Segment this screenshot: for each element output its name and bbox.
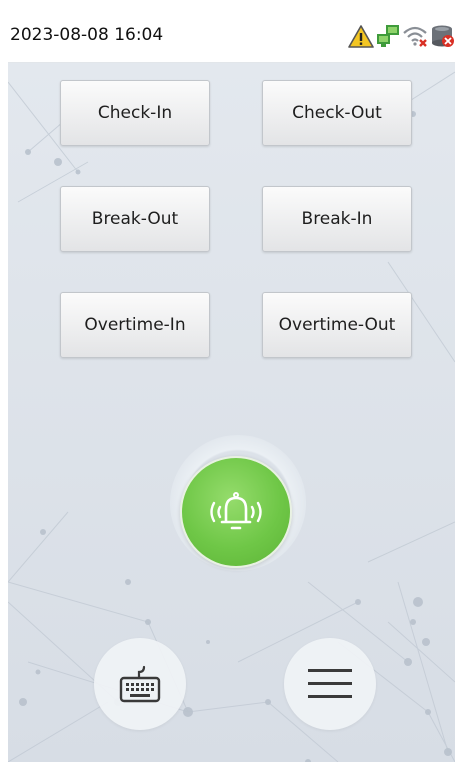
break-in-button[interactable]: Break-In — [262, 186, 412, 252]
check-out-button[interactable]: Check-Out — [262, 80, 412, 146]
bell-ringing-icon — [210, 492, 262, 530]
keyboard-button[interactable] — [94, 638, 186, 730]
check-in-label: Check-In — [97, 103, 173, 123]
check-in-button[interactable]: Check-In — [60, 80, 210, 146]
break-out-label: Break-Out — [91, 209, 179, 229]
break-out-button[interactable]: Break-Out — [60, 186, 210, 252]
overtime-out-button[interactable]: Overtime-Out — [262, 292, 412, 358]
overtime-in-button[interactable]: Overtime-In — [60, 292, 210, 358]
status-icons — [348, 22, 455, 50]
warning-icon — [348, 23, 374, 49]
network-icon — [375, 23, 401, 49]
break-in-label: Break-In — [301, 209, 373, 229]
overtime-out-label: Overtime-Out — [278, 315, 396, 335]
keyboard-icon — [119, 665, 161, 703]
check-out-label: Check-Out — [292, 103, 382, 123]
datetime-label: 2023-08-08 16:04 — [10, 25, 164, 45]
menu-button[interactable] — [284, 638, 376, 730]
doorbell-button[interactable] — [180, 456, 292, 568]
overtime-in-label: Overtime-In — [84, 315, 186, 335]
wifi-disconnected-icon — [402, 23, 428, 49]
background-network-pattern — [8, 62, 455, 762]
device-screen: 2023-08-08 16:04 Check-In Check-Out Brea… — [8, 8, 455, 762]
hamburger-menu-icon — [308, 669, 352, 698]
cloud-disconnected-icon — [429, 23, 455, 49]
status-bar: 2023-08-08 16:04 — [8, 8, 455, 63]
